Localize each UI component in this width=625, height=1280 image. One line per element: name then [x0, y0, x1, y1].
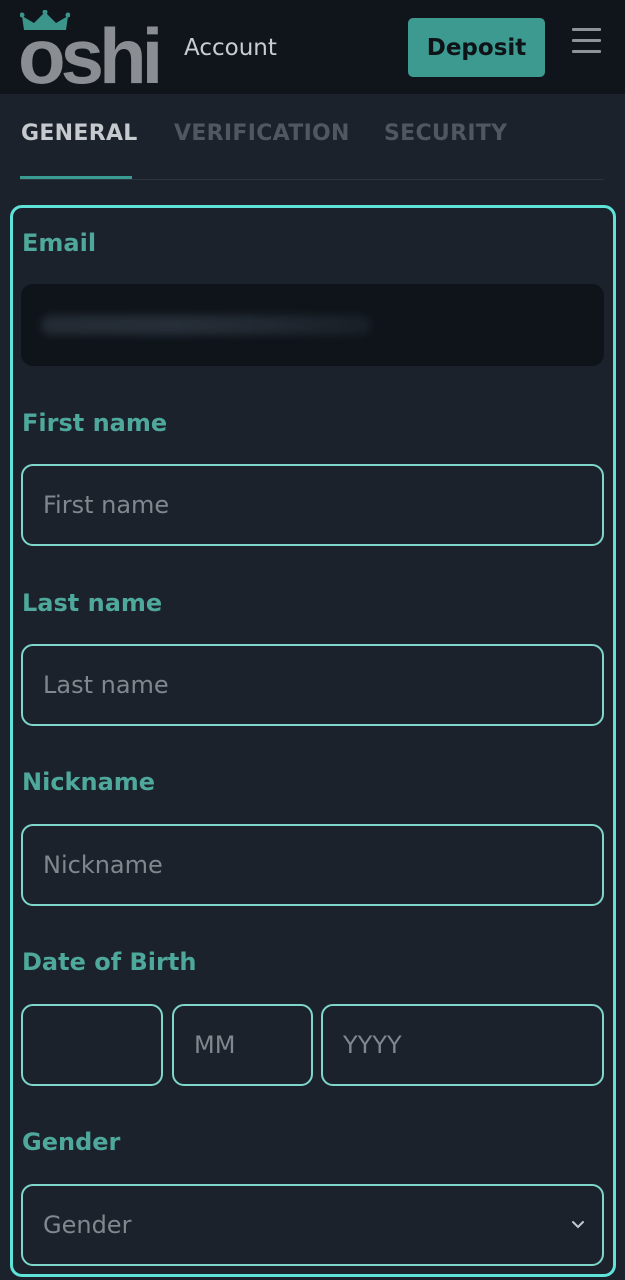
tab-verification[interactable]: VERIFICATION — [174, 119, 350, 149]
account-tabs: GENERAL VERIFICATION SECURITY — [20, 94, 604, 180]
top-bar: oshi Account Deposit — [0, 0, 625, 95]
email-value-redacted — [41, 315, 371, 335]
first-name-input[interactable] — [21, 464, 604, 546]
dob-year-input[interactable] — [321, 1004, 604, 1086]
logo-text: oshi — [18, 12, 163, 100]
nickname-label: Nickname — [22, 768, 156, 796]
gender-label: Gender — [22, 1128, 121, 1156]
email-field — [21, 284, 604, 366]
last-name-label: Last name — [22, 589, 163, 617]
chevron-down-icon — [572, 1221, 584, 1229]
oshi-logo[interactable]: oshi — [18, 10, 163, 95]
first-name-label: First name — [22, 409, 168, 437]
nickname-input[interactable] — [21, 824, 604, 906]
dob-month-input[interactable] — [172, 1004, 313, 1086]
tab-security[interactable]: SECURITY — [384, 119, 507, 149]
email-label: Email — [22, 229, 97, 257]
deposit-button[interactable]: Deposit — [408, 18, 545, 77]
dob-label: Date of Birth — [22, 948, 197, 976]
page-title: Account — [184, 35, 277, 61]
hamburger-icon[interactable] — [572, 28, 602, 54]
dob-day-input[interactable] — [21, 1004, 163, 1086]
last-name-input[interactable] — [21, 644, 604, 726]
active-tab-indicator — [20, 176, 132, 179]
gender-select[interactable] — [21, 1184, 604, 1266]
tab-general[interactable]: GENERAL — [21, 119, 138, 149]
